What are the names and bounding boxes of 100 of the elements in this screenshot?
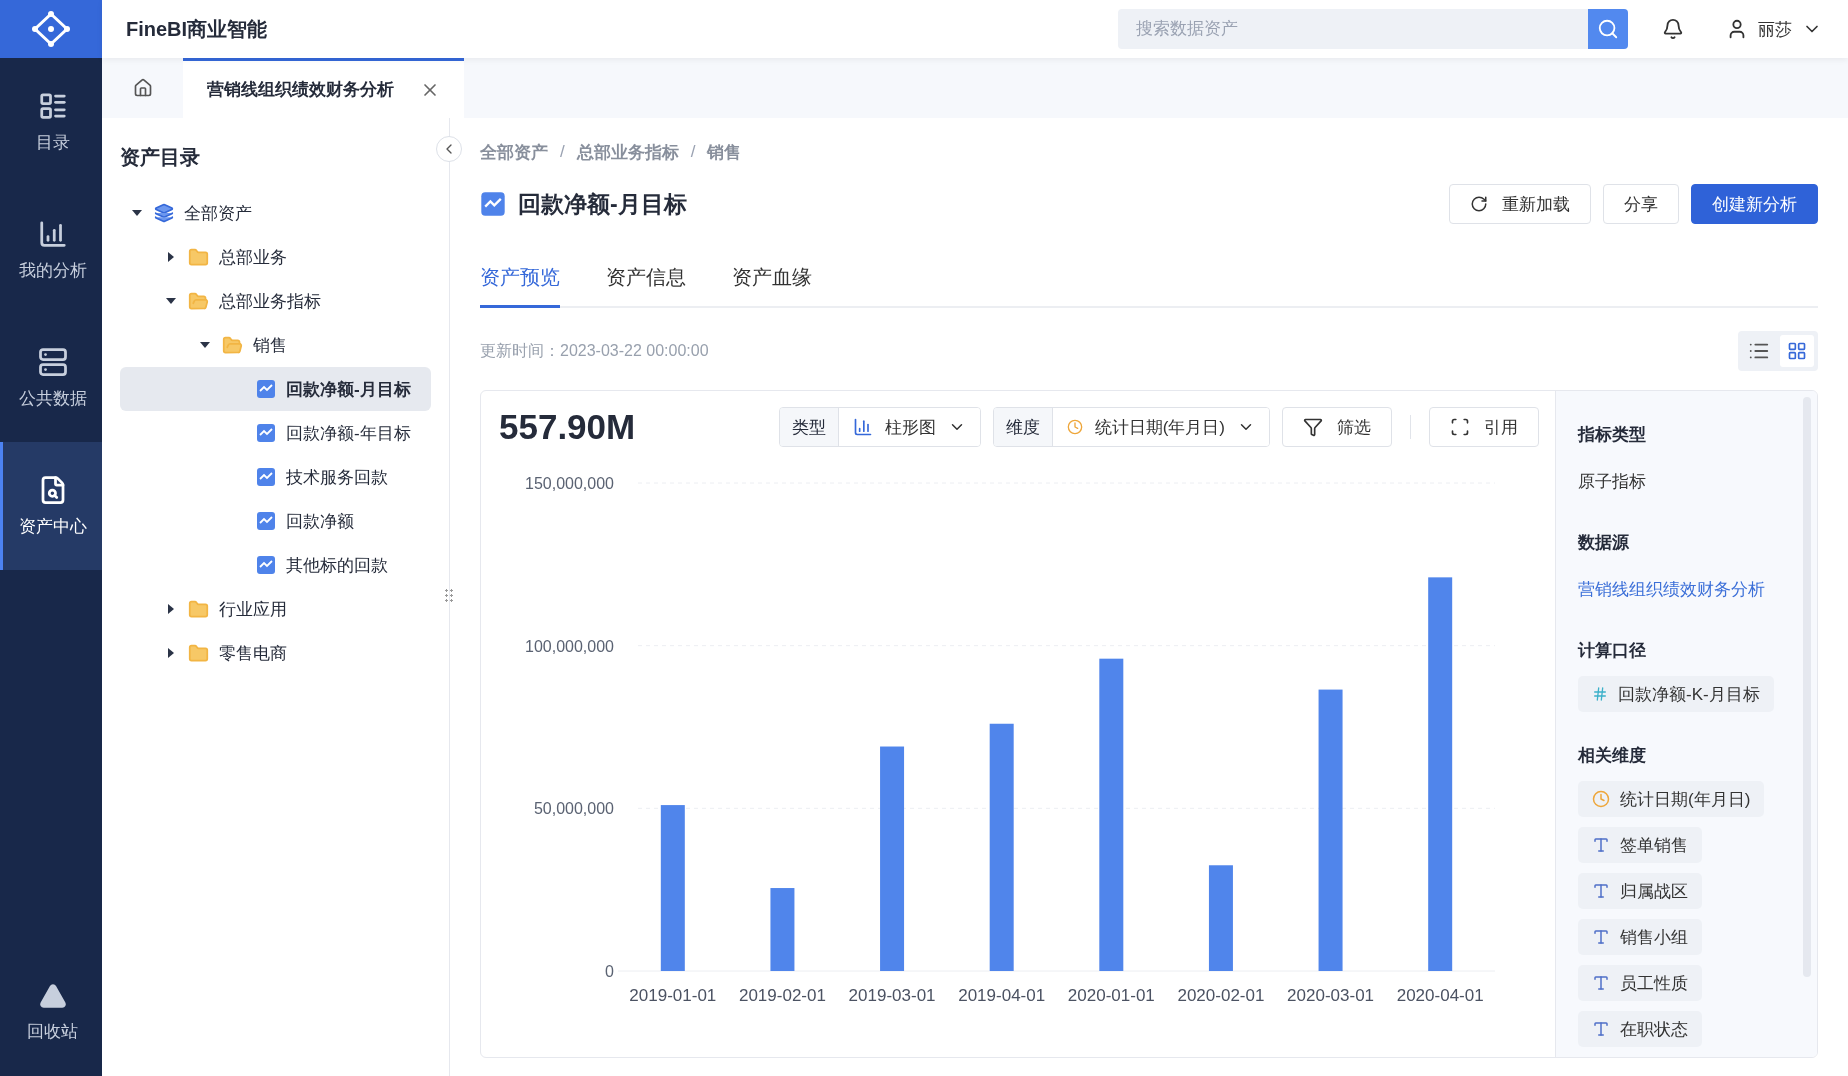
grid-view-button[interactable] [1780,335,1814,367]
tab[interactable]: 资产预览 [480,264,560,308]
axis-label: 2019-01-01 [629,986,717,1005]
axis-label: 2019-04-01 [958,986,1046,1005]
panel-title: 资产目录 [120,145,201,170]
section-title: 指标类型 [1578,424,1647,446]
dimension-select[interactable]: 维度 统计日期(年月日) [992,407,1270,447]
nav-item[interactable]: 公共数据 [0,314,102,442]
folder-icon [222,334,243,356]
reload-button[interactable]: 重新加载 [1449,184,1591,224]
tree-item[interactable]: 回款净额-月目标 [120,367,431,411]
line-chart-icon [256,467,276,487]
line-chart-icon [256,379,276,399]
triangle-icon [38,981,67,1010]
axis-label: 50,000,000 [533,800,614,818]
search-button[interactable] [1588,9,1628,49]
tab[interactable]: 资产血缘 [732,264,812,308]
tree-item[interactable]: 销售 [120,323,431,367]
section-title: 数据源 [1578,532,1630,554]
tree-item[interactable]: 全部资产 [120,191,431,235]
scan-icon [1450,417,1470,437]
filter-icon [1303,417,1323,437]
nav-item[interactable]: 资产中心 [0,442,102,570]
tree-item[interactable]: 行业应用 [120,587,431,631]
filter-button[interactable]: 筛选 [1282,407,1392,447]
grid-icon [1787,341,1807,361]
section-title: 相关维度 [1578,745,1647,767]
nav-item[interactable]: 我的分析 [0,186,102,314]
tag-label: 统计日期(年月日) [1620,788,1751,811]
chart-type-select[interactable]: 类型 柱形图 [778,407,981,447]
refresh-icon [1470,195,1488,213]
axis-label: 2020-04-01 [1396,986,1484,1005]
cite-button[interactable]: 引用 [1429,407,1539,447]
section-title: 计算口径 [1578,640,1647,662]
tab[interactable]: 资产信息 [606,264,686,308]
caret-right-icon[interactable] [166,604,176,614]
share-button[interactable]: 分享 [1603,184,1679,224]
axis-label: 0 [605,963,614,980]
tag-label: 回款净额-K-月目标 [1618,683,1760,706]
folder-icon [188,290,209,312]
axis-label: 100,000,000 [525,637,614,655]
chart-icon [37,218,68,249]
data-source-link[interactable]: 营销线组织绩效财务分析 [1578,580,1765,599]
tree-item[interactable]: 零售电商 [120,631,431,675]
nav-item[interactable]: 目录 [0,58,102,186]
axis-label: 2020-02-01 [1177,986,1265,1005]
text-type-icon [1592,928,1610,946]
folder-icon [188,246,209,268]
caret-down-icon[interactable] [200,340,210,350]
axis-label: 2019-02-01 [738,986,826,1005]
caret-right-icon[interactable] [166,252,176,262]
tree-item[interactable]: 总部业务指标 [120,279,431,323]
home-icon [132,78,153,98]
hash-icon [1592,686,1608,702]
breadcrumb-separator: / [560,142,565,162]
list-icon [37,90,68,121]
line-chart-icon [256,423,276,443]
text-type-icon [1592,974,1610,992]
caret-right-icon[interactable] [166,648,176,658]
tag-label: 在职状态 [1620,1018,1688,1041]
text-type-icon [1592,1020,1610,1038]
axis-label: 150,000,000 [525,475,614,492]
app-title: FineBI商业智能 [126,16,269,42]
tree-item[interactable]: 回款净额-年目标 [120,411,431,455]
caret-down-icon[interactable] [132,208,142,218]
tag-label: 签单销售 [1620,834,1688,857]
text-type-icon [1592,836,1610,854]
axis-label: 2019-03-01 [848,986,936,1005]
breadcrumb-separator: / [690,142,696,162]
layers-icon [154,203,174,223]
tree-item[interactable]: 总部业务 [120,235,431,279]
resize-handle[interactable] [444,588,454,604]
user-menu[interactable]: 丽莎 [1720,16,1828,42]
caret-down-icon[interactable] [166,296,176,306]
tag-label: 销售小组 [1620,926,1688,949]
asset-title: 回款净额-月目标 [518,189,688,219]
folder-icon [188,642,209,664]
total-value: 557.90M [499,407,637,447]
tree-item[interactable]: 技术服务回款 [120,455,431,499]
tag-label: 员工性质 [1620,972,1688,995]
tree-item[interactable]: 其他标的回款 [120,543,431,587]
create-analysis-button[interactable]: 创建新分析 [1691,184,1818,224]
notifications-button[interactable] [1662,18,1684,40]
folder-icon [188,598,209,620]
bar-chart-icon [852,417,873,437]
tab-label: 营销线组织绩效财务分析 [207,79,394,101]
logo-icon[interactable] [31,11,71,47]
search-icon [1597,18,1619,40]
detail-value: 原子指标 [1578,471,1647,493]
line-chart-icon [256,511,276,531]
bell-icon [1662,18,1684,40]
line-chart-icon [480,191,506,217]
line-chart-icon [256,555,276,575]
axis-label: 2020-01-01 [1067,986,1155,1005]
nav-item[interactable]: 回收站 [0,948,102,1076]
update-time: 更新时间：2023-03-22 00:00:00 [480,340,710,361]
tree-item[interactable]: 回款净额 [120,499,431,543]
document-tab[interactable]: 营销线组织绩效财务分析 [183,58,464,118]
axis-label: 2020-03-01 [1287,986,1375,1005]
clock-icon [1066,419,1083,435]
